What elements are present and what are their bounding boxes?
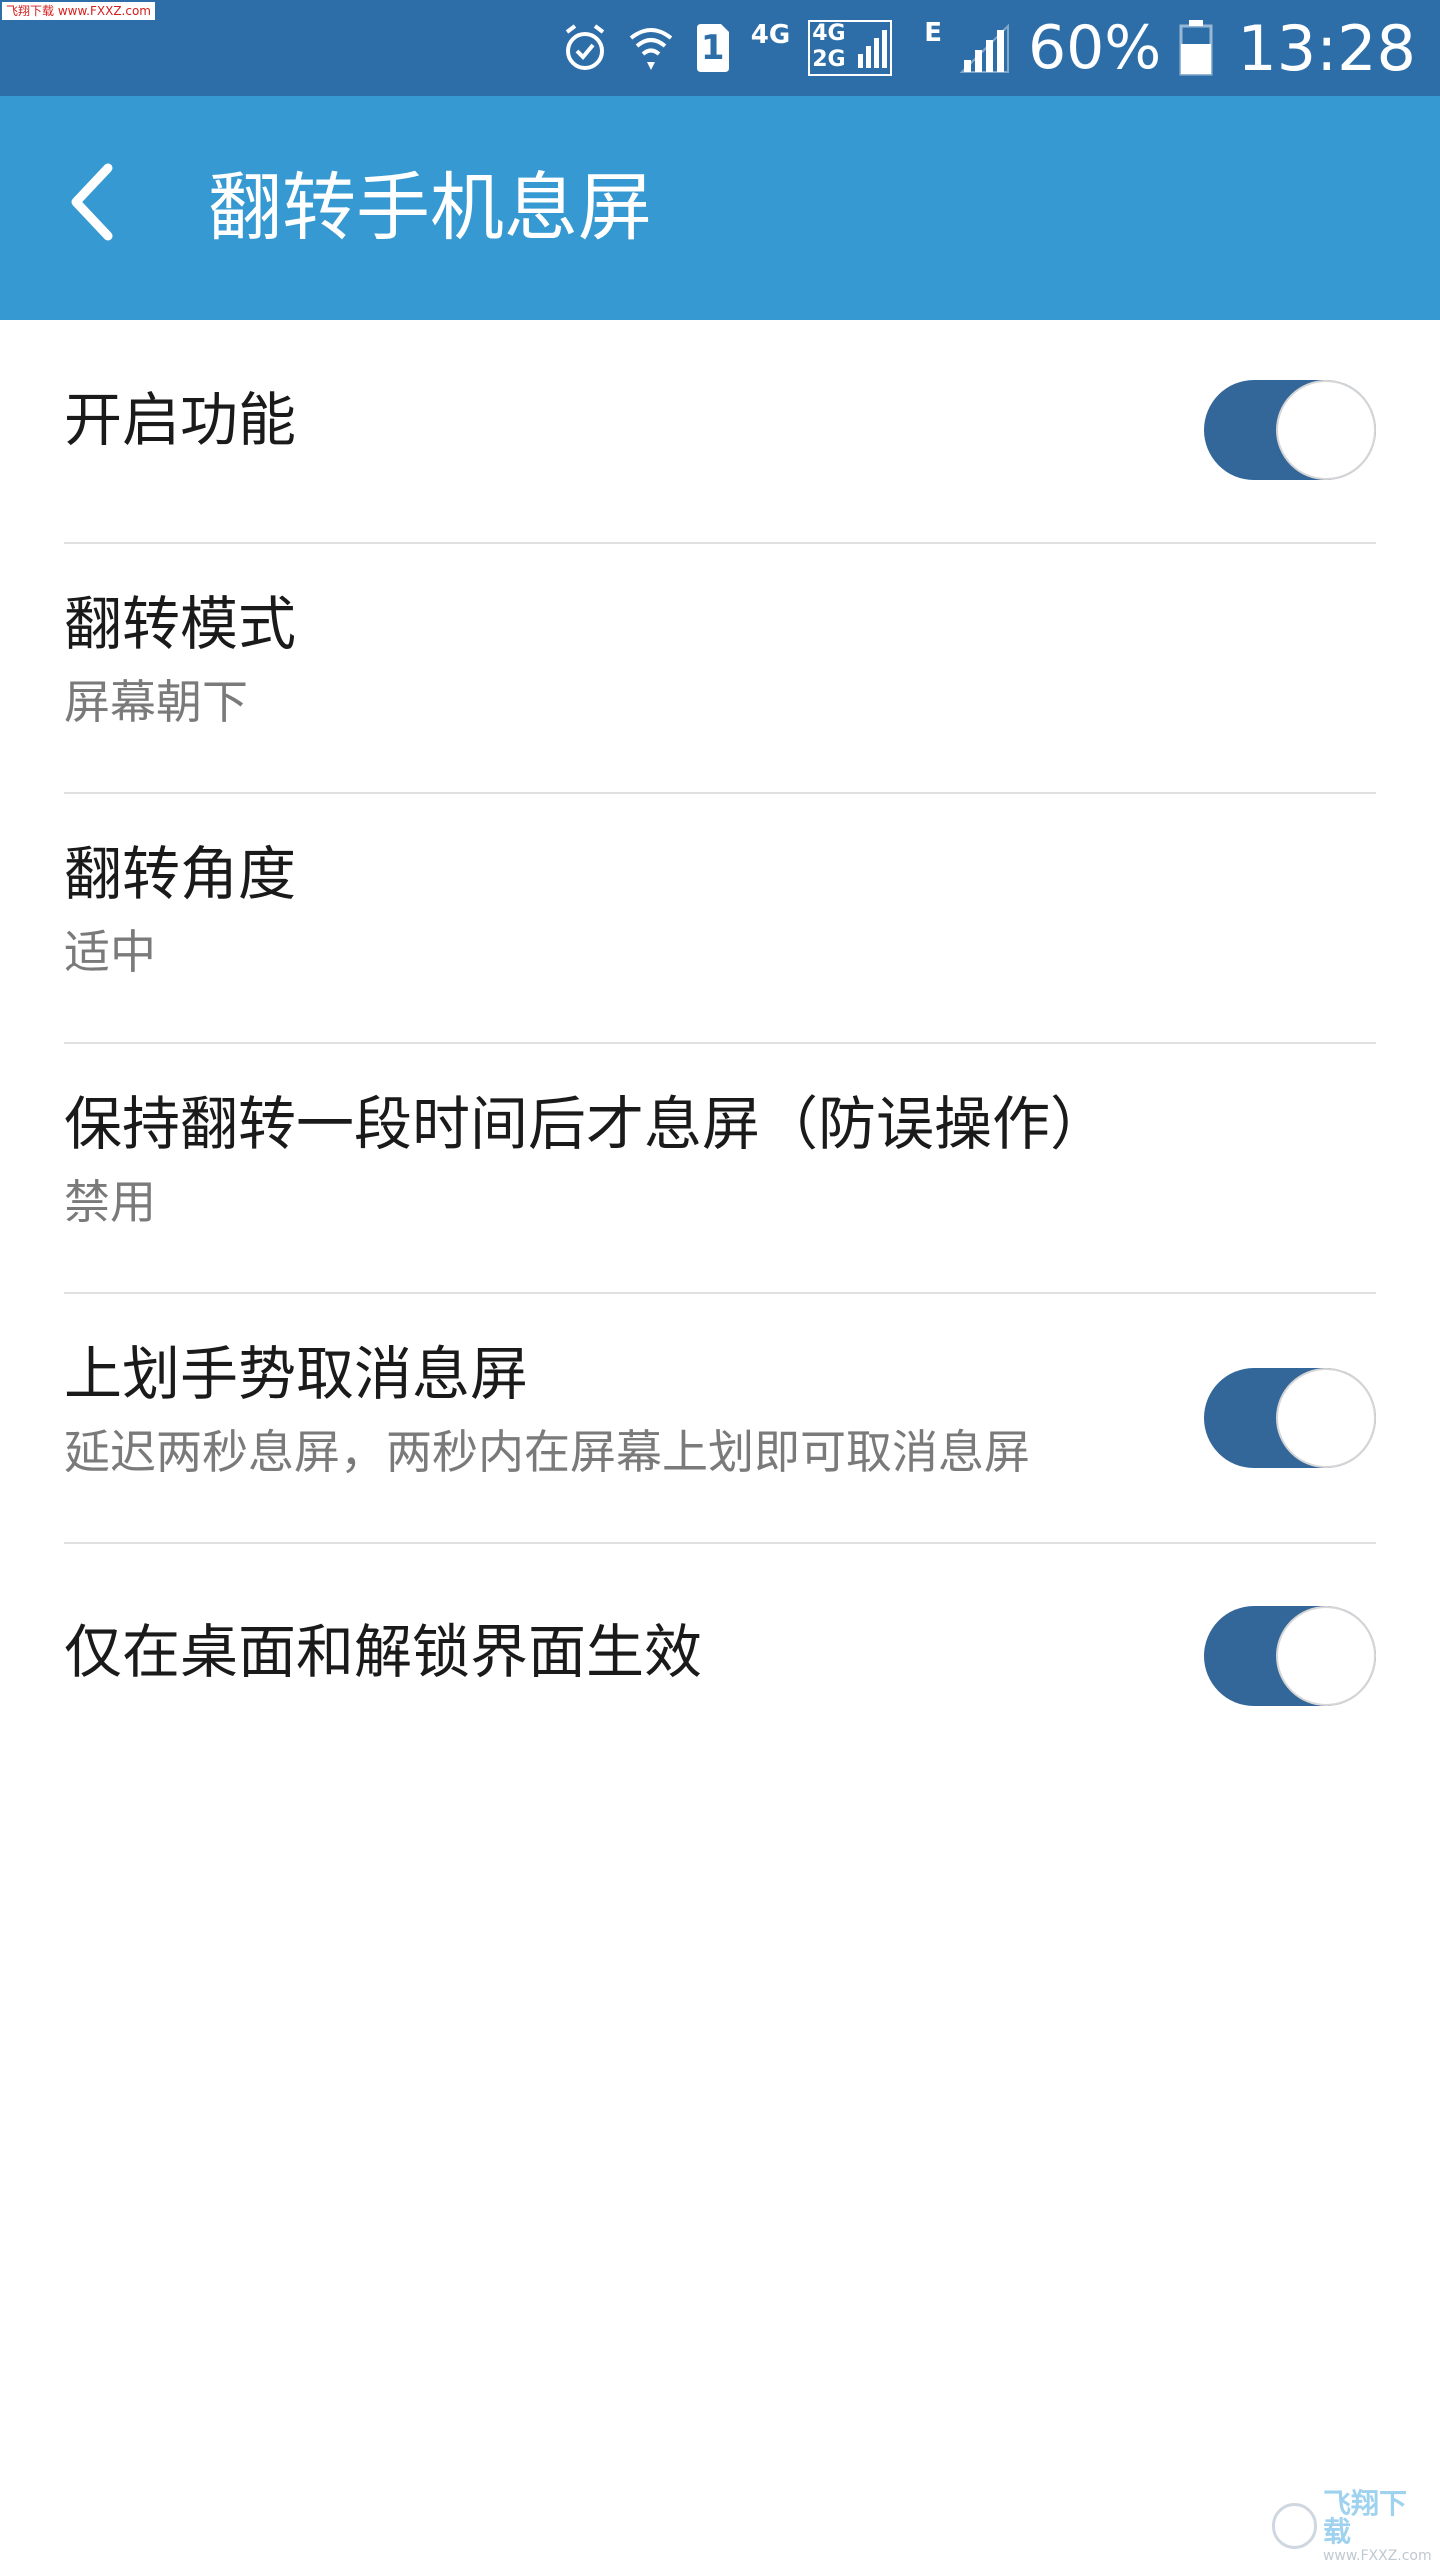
status-icons: 1 4G 4G 2G E 60% 13:28 (561, 0, 1416, 96)
setting-swipe-cancel[interactable]: 上划手势取消息屏 延迟两秒息屏，两秒内在屏幕上划即可取消息屏 (64, 1294, 1376, 1544)
setting-flip-angle[interactable]: 翻转角度 适中 (64, 794, 1376, 1044)
setting-title: 上划手势取消息屏 (64, 1340, 529, 1408)
page-title: 翻转手机息屏 (208, 165, 652, 251)
signal-icon (858, 30, 888, 68)
toolbar: 翻转手机息屏 (0, 96, 1440, 320)
setting-value: 屏幕朝下 (64, 675, 248, 729)
chevron-left-icon[interactable] (64, 162, 124, 242)
setting-delay-before-off[interactable]: 保持翻转一段时间后才息屏（防误操作） 禁用 (64, 1044, 1376, 1294)
setting-title: 开启功能 (64, 386, 297, 454)
watermark-main-text: 飞翔下载 (1322, 2486, 1407, 2548)
toggle-switch-only-home-lock[interactable] (1204, 1606, 1376, 1706)
status-bar: 飞翔下载 www.FXXZ.com 1 4G 4G 2G E 60% 13:28 (0, 0, 1440, 96)
network-type-label: 4G (750, 20, 791, 50)
sim-network-bottom: 2G (812, 47, 846, 72)
sim-slot-number: 1 (700, 28, 725, 68)
signal-icon (959, 22, 1010, 74)
toggle-knob (1276, 1606, 1376, 1706)
toggle-switch-swipe-cancel[interactable] (1204, 1368, 1376, 1468)
setting-title: 翻转模式 (64, 590, 297, 658)
settings-list: 开启功能 翻转模式 屏幕朝下 翻转角度 适中 保持翻转一段时间后才息屏（防误操作… (0, 320, 1440, 1774)
battery-icon (1179, 20, 1213, 76)
setting-title: 仅在桌面和解锁界面生效 (64, 1618, 703, 1686)
sim-1-icon: 1 (693, 22, 733, 74)
sim-network-top: 4G (812, 21, 846, 46)
dual-network-badge: 4G 2G (808, 20, 893, 76)
alarm-icon (561, 22, 609, 74)
wifi-icon (627, 22, 675, 74)
toggle-switch-enable[interactable] (1204, 380, 1376, 480)
setting-value: 适中 (64, 925, 156, 979)
watermark-bottom: 飞翔下载 www.FXXZ.com (1272, 2489, 1432, 2563)
clock: 13:28 (1237, 11, 1416, 85)
setting-flip-mode[interactable]: 翻转模式 屏幕朝下 (64, 544, 1376, 794)
back-button[interactable] (44, 152, 144, 252)
setting-title: 翻转角度 (64, 840, 297, 908)
toggle-knob (1276, 380, 1376, 480)
edge-label: E (924, 18, 942, 48)
battery-percent: 60% (1027, 13, 1162, 83)
watermark-sub-text: www.FXXZ.com (1322, 2547, 1432, 2564)
setting-only-home-lock[interactable]: 仅在桌面和解锁界面生效 (64, 1544, 1376, 1774)
setting-value: 禁用 (64, 1175, 156, 1229)
toggle-knob (1276, 1368, 1376, 1468)
watermark-logo-icon (1272, 2503, 1317, 2549)
setting-enable-feature[interactable]: 开启功能 (64, 320, 1376, 544)
setting-title: 保持翻转一段时间后才息屏（防误操作） (64, 1090, 1109, 1158)
setting-description: 延迟两秒息屏，两秒内在屏幕上划即可取消息屏 (64, 1425, 1030, 1479)
watermark-top: 飞翔下载 www.FXXZ.com (2, 2, 155, 20)
